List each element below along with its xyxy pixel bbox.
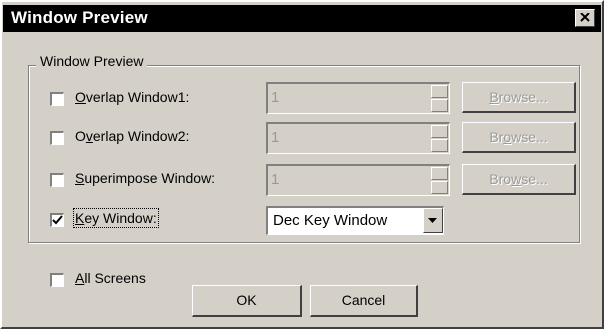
dropdown-button[interactable] [423,208,443,233]
spinner-up-button[interactable] [431,85,448,98]
superimpose-window-label: Superimpose Window: [75,170,216,186]
superimpose-window-browse-button[interactable]: Browse... [462,164,576,195]
group-label: Window Preview [36,53,148,69]
overlap-window1-spinner[interactable]: 1 [266,82,450,114]
window-title: Window Preview [11,8,148,27]
title-bar[interactable]: Window Preview [3,5,601,32]
close-icon [580,13,590,22]
overlap-window2-checkbox[interactable] [50,131,64,145]
overlap-window1-browse-button[interactable]: Browse... [462,82,576,113]
spinner-up-button[interactable] [431,167,448,180]
cancel-button[interactable]: Cancel [310,285,418,317]
overlap-window2-spinner[interactable]: 1 [266,122,450,154]
key-window-checkbox[interactable] [50,213,64,227]
all-screens-checkbox[interactable] [50,273,64,287]
key-window-label: Key Window: [73,208,159,228]
chevron-down-icon [428,218,437,223]
spinner-value: 1 [271,171,280,188]
ok-button[interactable]: OK [192,285,302,317]
spinner-down-button[interactable] [431,139,448,152]
overlap-window2-label: Overlap Window2: [75,128,190,144]
checkmark-icon [52,215,63,225]
spinner-down-button[interactable] [431,99,448,112]
overlap-window2-browse-button[interactable]: Browse... [462,122,576,153]
key-window-dropdown[interactable]: Dec Key Window [266,206,444,235]
spinner-value: 1 [271,129,280,146]
superimpose-window-spinner[interactable]: 1 [266,164,450,196]
spinner-value: 1 [271,89,280,106]
dropdown-selected-value: Dec Key Window [273,212,388,229]
overlap-window1-label: Overlap Window1: [75,89,190,105]
close-button[interactable] [575,9,595,27]
superimpose-window-checkbox[interactable] [50,173,64,187]
all-screens-label: All Screens [75,270,146,286]
spinner-down-button[interactable] [431,181,448,194]
overlap-window1-checkbox[interactable] [50,92,64,106]
spinner-up-button[interactable] [431,125,448,138]
